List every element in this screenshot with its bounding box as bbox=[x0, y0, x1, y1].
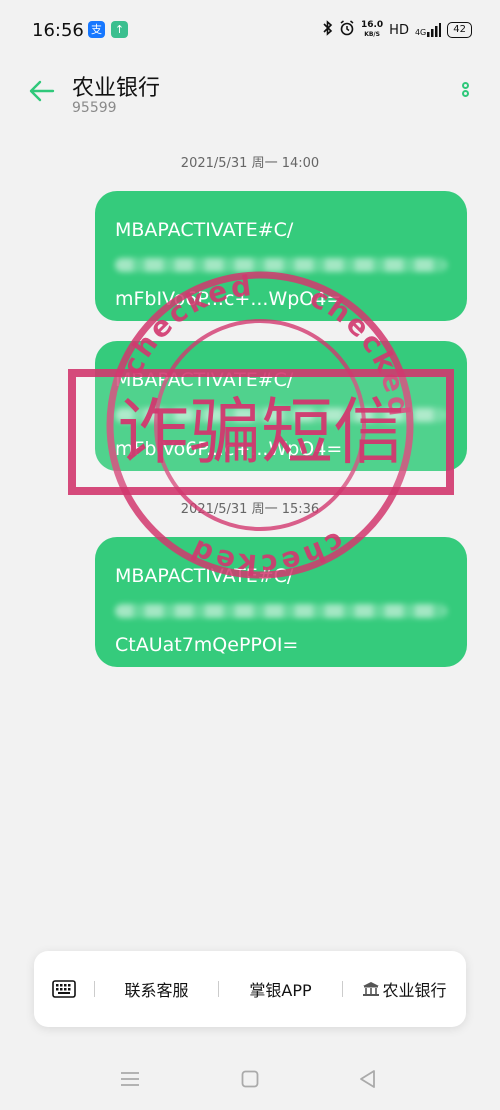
message-line: CtAUat7mQePPOI= bbox=[115, 634, 299, 656]
message-line: MBAPACTIVATE#C/ bbox=[115, 219, 294, 241]
message-bubble[interactable]: MBAPACTIVATE#C/ mFbIVo6P...c+...WpO4= bbox=[95, 341, 467, 471]
conversation-header: 农业银行 95599 bbox=[0, 60, 500, 130]
back-arrow-icon[interactable] bbox=[26, 76, 56, 106]
message-line: mFbIVo6P...c+...WpO4= bbox=[115, 438, 343, 460]
battery-indicator: 42 bbox=[447, 22, 472, 38]
message-bubble[interactable]: MBAPACTIVATE#C/ mFbIVo6P...c+...WpO4= bbox=[95, 191, 467, 321]
contact-number: 95599 bbox=[72, 100, 117, 116]
message-line: mFbIVo6P...c+...WpO4= bbox=[115, 288, 343, 310]
redacted-text bbox=[115, 258, 447, 272]
recent-apps-icon[interactable] bbox=[120, 1071, 140, 1091]
message-bubble[interactable]: MBAPACTIVATE#C/ CtAUat7mQePPOI= bbox=[95, 537, 467, 667]
bluetooth-icon bbox=[323, 20, 333, 40]
system-nav-bar bbox=[0, 1055, 500, 1110]
speed-unit: KB/S bbox=[364, 31, 380, 38]
redacted-text bbox=[115, 408, 447, 422]
app-update-icon: ↑ bbox=[111, 21, 128, 38]
network-type: 4G bbox=[414, 28, 427, 37]
quick-action-bar: 联系客服 掌银APP 农业银行 bbox=[34, 951, 466, 1027]
speed-value: 16.0 bbox=[360, 20, 384, 30]
alarm-icon bbox=[339, 20, 355, 40]
home-icon[interactable] bbox=[241, 1070, 259, 1092]
bank-building-icon bbox=[363, 982, 380, 996]
more-options-icon[interactable] bbox=[460, 82, 470, 106]
network-speed: 16.0 KB/S bbox=[361, 21, 383, 39]
signal-icon: 4G bbox=[414, 23, 442, 37]
redacted-text bbox=[115, 604, 447, 618]
message-line: MBAPACTIVATE#C/ bbox=[115, 565, 294, 587]
agri-bank-label: 农业银行 bbox=[382, 981, 447, 1000]
customer-service-button[interactable]: 联系客服 bbox=[95, 977, 218, 1001]
hd-indicator: HD bbox=[389, 22, 409, 38]
agri-bank-button[interactable]: 农业银行 bbox=[343, 977, 466, 1001]
status-time: 16:56 bbox=[32, 20, 84, 41]
status-bar: 16:56 支 ↑ 16.0 KB/S HD 4G 42 bbox=[0, 0, 500, 60]
alipay-icon: 支 bbox=[88, 21, 105, 38]
message-timestamp: 2021/5/31 周一 15:36 bbox=[180, 502, 320, 517]
keyboard-icon[interactable] bbox=[34, 979, 94, 999]
mobile-bank-app-button[interactable]: 掌银APP bbox=[219, 977, 342, 1001]
message-line: MBAPACTIVATE#C/ bbox=[115, 369, 294, 391]
message-timestamp: 2021/5/31 周一 14:00 bbox=[180, 156, 320, 171]
back-nav-icon[interactable] bbox=[358, 1069, 376, 1093]
contact-name: 农业银行 bbox=[72, 76, 161, 101]
